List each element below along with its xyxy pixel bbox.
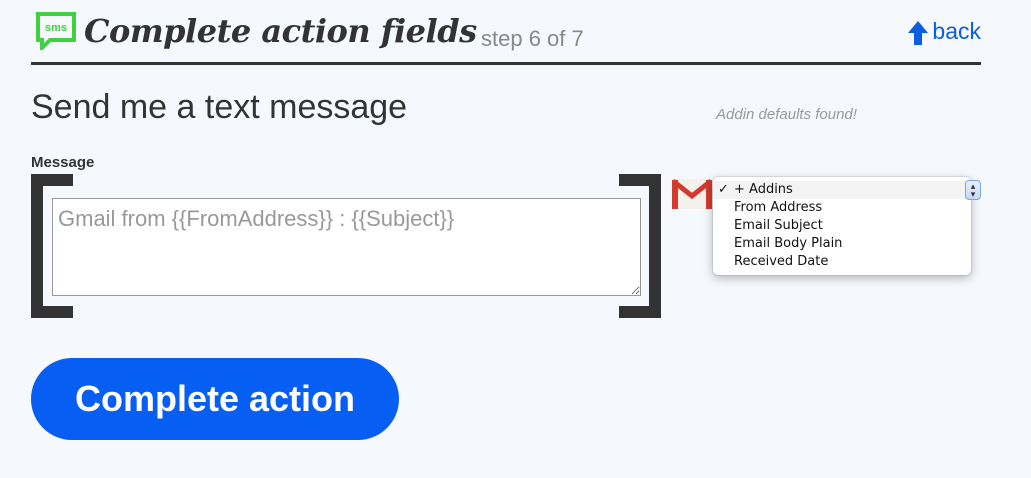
sms-bubble-icon: sms: [36, 12, 76, 50]
step-indicator: step 6 of 7: [481, 26, 584, 51]
back-label[interactable]: back: [932, 18, 981, 45]
dropdown-option[interactable]: Email Subject: [713, 217, 971, 235]
select-arrows-icon[interactable]: ▴ ▾: [965, 180, 981, 200]
dropdown-option[interactable]: ✓ + Addins: [713, 181, 971, 199]
gmail-icon[interactable]: [672, 179, 712, 209]
action-title: Send me a text message: [31, 88, 408, 126]
dropdown-option[interactable]: From Address: [713, 199, 971, 217]
dropdown-option[interactable]: Received Date: [713, 253, 971, 271]
complete-action-button[interactable]: Complete action: [31, 358, 399, 440]
svg-text:sms: sms: [45, 22, 67, 34]
checkmark-icon: ✓: [718, 182, 729, 197]
addins-dropdown-menu[interactable]: ✓ + Addins From Address Email Subject Em…: [713, 177, 971, 275]
message-textarea[interactable]: [52, 198, 641, 296]
page-header: sms Complete action fields step 6 of 7 b…: [31, 10, 981, 65]
addin-defaults-note: Addin defaults found!: [716, 106, 857, 123]
page-title: Complete action fields: [84, 12, 477, 50]
back-link[interactable]: back: [908, 18, 981, 45]
arrow-up-icon: [908, 21, 929, 45]
message-label: Message: [31, 154, 95, 171]
dropdown-option[interactable]: Email Body Plain: [713, 235, 971, 253]
